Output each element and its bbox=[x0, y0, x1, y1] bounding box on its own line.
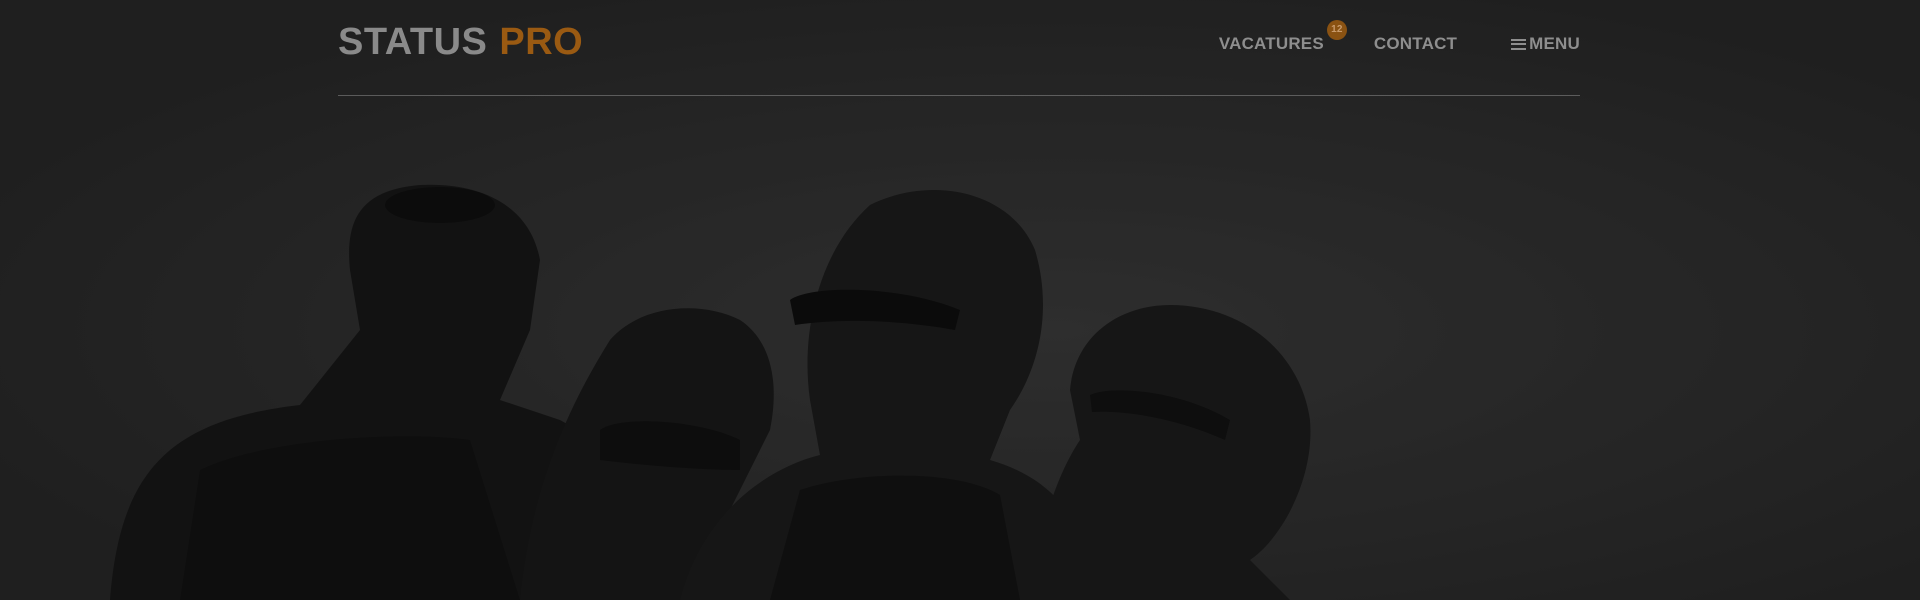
hamburger-icon bbox=[1511, 38, 1527, 50]
nav-item-vacatures[interactable]: VACATURES 12 bbox=[1218, 20, 1347, 54]
main-nav: VACATURES 12 CONTACT MENU bbox=[1218, 20, 1580, 56]
nav-contact-label: CONTACT bbox=[1373, 34, 1458, 53]
vacatures-count-badge: 12 bbox=[1326, 20, 1347, 40]
logo-status-text: STATUS bbox=[338, 21, 488, 63]
menu-button[interactable]: MENU bbox=[1511, 34, 1580, 54]
logo-pro-text: PRO bbox=[499, 21, 584, 63]
nav-item-contact[interactable]: CONTACT bbox=[1374, 34, 1457, 54]
nav-vacatures-label: VACATURES bbox=[1218, 34, 1324, 53]
site-logo[interactable]: STATUS PRO bbox=[338, 18, 583, 66]
hero-section: STATUS PRO VACATURES 12 CONTACT MENU bbox=[0, 0, 1920, 600]
menu-label: MENU bbox=[1529, 34, 1580, 53]
site-header: STATUS PRO VACATURES 12 CONTACT MENU bbox=[338, 0, 1580, 96]
